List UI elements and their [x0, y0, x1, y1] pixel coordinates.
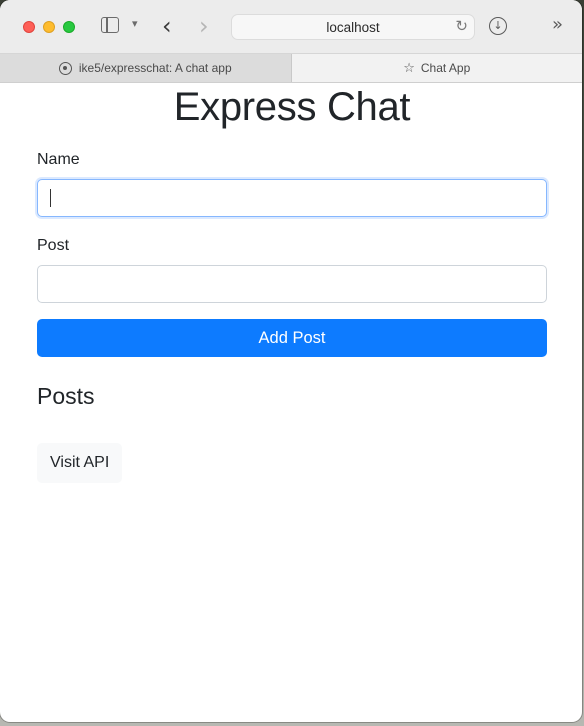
browser-window: ▾ ‹ › localhost ↻ ↓ » ike5/expresschat: … [0, 0, 582, 722]
download-icon[interactable]: ↓ [489, 17, 507, 35]
sidebar-toggle-icon[interactable] [101, 17, 119, 33]
tab-chat-app[interactable]: ☆ Chat App [291, 54, 582, 82]
name-input[interactable] [37, 179, 547, 217]
posts-heading: Posts [37, 383, 95, 409]
maximize-window-button[interactable] [63, 21, 75, 33]
minimize-window-button[interactable] [43, 21, 55, 33]
tab-bar: ike5/expresschat: A chat app ☆ Chat App [0, 54, 582, 83]
more-chevrons-icon[interactable]: » [552, 14, 563, 35]
address-bar[interactable]: localhost ↻ [231, 14, 475, 40]
chevron-down-icon[interactable]: ▾ [132, 17, 138, 30]
visit-api-button[interactable]: Visit API [37, 443, 123, 483]
text-cursor [50, 189, 51, 207]
close-window-button[interactable] [23, 21, 35, 33]
name-label: Name [37, 151, 80, 168]
browser-toolbar: ▾ ‹ › localhost ↻ ↓ » [0, 0, 582, 54]
page-content: Express Chat Name Post Add Post Posts Vi… [0, 83, 582, 483]
github-icon [58, 61, 72, 75]
tab-label: Chat App [420, 61, 471, 75]
posts-list [37, 410, 547, 430]
page-title: Express Chat [173, 85, 411, 129]
back-arrow-icon[interactable]: ‹ [162, 12, 172, 40]
post-input[interactable] [37, 265, 547, 303]
star-icon: ☆ [403, 60, 415, 76]
forward-arrow-icon[interactable]: › [199, 12, 209, 40]
reload-icon[interactable]: ↻ [455, 17, 468, 35]
address-text: localhost [326, 20, 380, 35]
tab-label: ike5/expresschat: A chat app [78, 61, 232, 75]
post-label: Post [37, 237, 70, 254]
tab-github[interactable]: ike5/expresschat: A chat app [0, 54, 292, 82]
add-post-button[interactable]: Add Post [37, 319, 547, 357]
